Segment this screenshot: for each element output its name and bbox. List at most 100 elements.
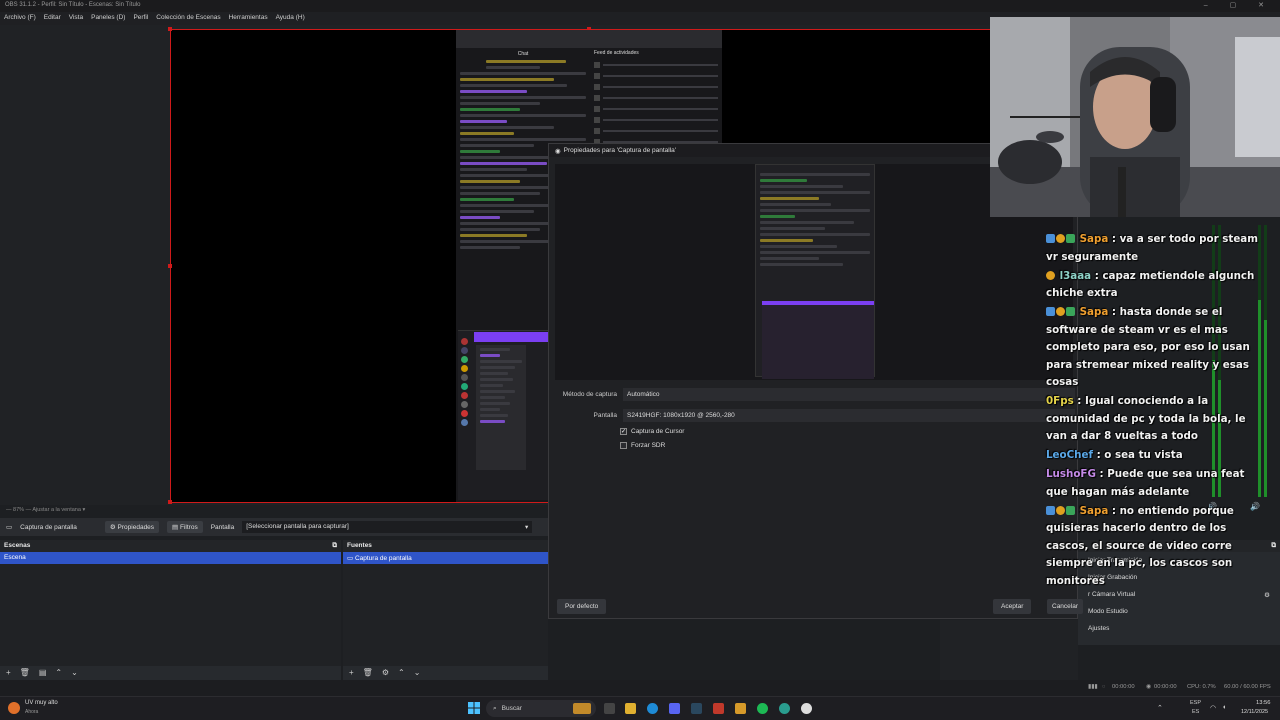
weather-title[interactable]: UV muy alto (25, 700, 58, 706)
settings-button[interactable]: Ajustes (1082, 621, 1276, 637)
file-explorer-icon[interactable] (625, 703, 636, 714)
menu-vista[interactable]: Vista (69, 14, 83, 23)
feed-item (594, 127, 718, 135)
move-down-icon[interactable]: ⌄ (414, 668, 421, 677)
window-title-bar: OBS 31.1.2 - Perfil: Sin Título - Escena… (0, 0, 1280, 12)
screen-select-value: [Seleccionar pantalla para capturar] (246, 523, 349, 530)
scenes-footer: + 🗑 ▤ ⌃ ⌄ (0, 666, 341, 679)
chat-username: 0Fps (1046, 395, 1074, 407)
chat-line (460, 180, 521, 183)
preview-line (760, 227, 825, 230)
resize-handle[interactable] (168, 500, 172, 504)
menu-ayuda[interactable]: Ayuda (H) (276, 14, 305, 23)
resize-handle[interactable] (168, 264, 172, 268)
app-icon[interactable] (779, 703, 790, 714)
add-icon[interactable]: + (6, 668, 11, 677)
spotify-icon[interactable] (757, 703, 768, 714)
gear-icon: ⚙ (109, 524, 118, 531)
discord-icon[interactable] (669, 703, 680, 714)
avatar-icon (461, 401, 468, 408)
chat-username: LushoFG (1046, 468, 1096, 480)
captured-sidebar-icons (460, 336, 470, 486)
resize-handle[interactable] (168, 27, 172, 31)
source-item-label: Captura de pantalla (354, 555, 412, 562)
clock-time[interactable]: 13:56 (1256, 700, 1271, 706)
webcam-image (990, 17, 1280, 217)
zoom-minus-icon[interactable]: — (6, 507, 13, 513)
move-up-icon[interactable]: ⌃ (55, 668, 62, 677)
filters-label: Filtros (180, 524, 198, 531)
stream-time: 00:00:00 (1112, 684, 1135, 690)
fit-window-label[interactable]: Ajustar a la ventana (32, 507, 81, 513)
chat-line (460, 72, 586, 75)
gear-icon[interactable]: ⚙ (382, 668, 389, 677)
captured-feed-title: Feed de actividades (594, 50, 639, 56)
defaults-button[interactable]: Por defecto (557, 599, 607, 614)
trash-icon[interactable]: 🗑 (363, 668, 373, 677)
app-icon[interactable] (735, 703, 746, 714)
capture-cursor-checkbox[interactable]: ✓ Captura de Cursor (620, 428, 684, 435)
source-item[interactable]: ▭ Captura de pantalla (343, 552, 548, 564)
move-down-icon[interactable]: ⌄ (71, 668, 78, 677)
trash-icon[interactable]: 🗑 (20, 668, 30, 677)
language-sub: ES (1192, 709, 1200, 715)
edge-icon[interactable] (647, 703, 658, 714)
source-toolbar: ▭ Captura de pantalla ⚙ Propiedades ▤ Fi… (0, 518, 548, 536)
move-up-icon[interactable]: ⌃ (398, 668, 405, 677)
current-source-name: Captura de pantalla (20, 523, 77, 531)
properties-button[interactable]: ⚙ Propiedades (104, 521, 160, 533)
filters-button[interactable]: ▤ Filtros (167, 521, 203, 533)
windows-start-icon[interactable] (468, 702, 480, 714)
preview-line (760, 239, 814, 242)
weather-icon[interactable] (8, 702, 20, 714)
chat-line (486, 66, 540, 69)
preview-line (760, 221, 855, 224)
screen-label: Pantalla (593, 412, 618, 419)
obs-icon[interactable] (801, 703, 812, 714)
tray-chevron-icon[interactable]: ⌃ (1157, 704, 1163, 712)
stream-icon: ◌ (1102, 684, 1106, 690)
language-indicator[interactable]: ESP (1190, 700, 1201, 706)
add-icon[interactable]: + (349, 668, 354, 677)
chat-username: LeoChef (1046, 449, 1093, 461)
task-view-icon[interactable] (604, 703, 615, 714)
preview-line (760, 179, 808, 182)
menu-editar[interactable]: Editar (44, 14, 61, 23)
chat-line (460, 132, 514, 135)
volume-icon[interactable]: ◖ (1222, 704, 1226, 711)
steam-icon[interactable] (691, 703, 702, 714)
chat-text: o sea tu vista (1104, 449, 1183, 461)
screen-select[interactable]: [Seleccionar pantalla para capturar] ▾ (242, 521, 533, 533)
menu-paneles[interactable]: Paneles (D) (91, 14, 125, 23)
sources-footer: + 🗑 ⚙ ⌃ ⌄ (343, 666, 548, 679)
status-bar: ▮▮▮ ◌ 00:00:00 ◉ 00:00:00 CPU: 0.7% 60.0… (0, 680, 1280, 696)
screen-select[interactable]: S2419HGF: 1080x1920 @ 2560,-280 (623, 409, 1075, 422)
menu-line (480, 402, 510, 405)
method-select[interactable]: Automático (623, 388, 1075, 401)
window-controls[interactable]: – ▢ ✕ (1204, 1, 1274, 9)
cancel-button[interactable]: Cancelar (1047, 599, 1084, 614)
menu-coleccion-escenas[interactable]: Colección de Escenas (156, 14, 220, 23)
preview-line (760, 185, 843, 188)
menu-perfil[interactable]: Perfil (133, 14, 148, 23)
search-highlight-icon[interactable] (573, 703, 591, 714)
menu-archivo[interactable]: Archivo (F) (4, 14, 36, 23)
force-sdr-checkbox[interactable]: Forzar SDR (620, 442, 665, 449)
preview-line (760, 233, 870, 236)
avatar-icon (461, 356, 468, 363)
chevron-down-icon[interactable]: ▾ (82, 507, 85, 513)
menu-herramientas[interactable]: Herramientas (229, 14, 268, 23)
studio-mode-button[interactable]: Modo Estudio (1082, 604, 1276, 620)
gear-icon[interactable]: ⚙ (1264, 591, 1270, 599)
undock-icon[interactable]: ⧉ (1271, 542, 1276, 550)
accept-button[interactable]: Aceptar (993, 599, 1032, 614)
screen-label: Pantalla (210, 523, 235, 531)
wifi-icon[interactable]: ◠ (1210, 704, 1216, 712)
app-icon[interactable] (713, 703, 724, 714)
badge-icon (1066, 234, 1075, 243)
scene-item[interactable]: Escena (0, 552, 341, 564)
undock-icon[interactable]: ⧉ (332, 542, 337, 550)
taskbar: UV muy alto Ahora ⌕ Buscar ⌃ ESP ES ◠ ◖ 1… (0, 696, 1280, 720)
preview-line (760, 263, 843, 266)
filter-icon[interactable]: ▤ (39, 668, 47, 677)
